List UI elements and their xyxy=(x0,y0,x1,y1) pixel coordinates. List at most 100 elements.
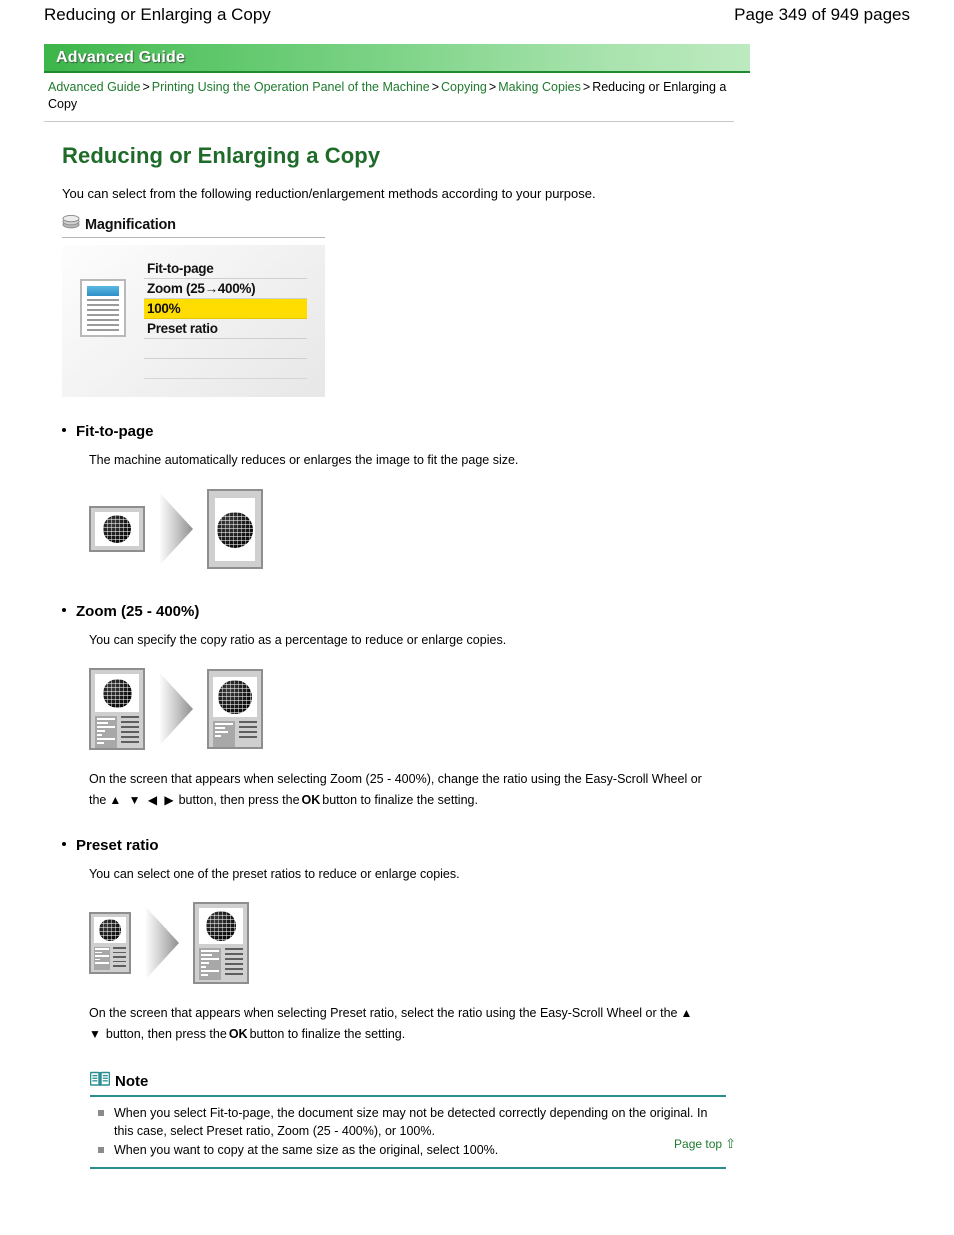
note-label: Note xyxy=(115,1073,149,1090)
follow-text-part1: On the screen that appears when selectin… xyxy=(89,1006,678,1020)
breadcrumb-item-copying[interactable]: Copying xyxy=(441,80,487,94)
bullet-dot-icon xyxy=(62,608,66,612)
note-divider-bottom xyxy=(90,1167,726,1169)
breadcrumb-separator: > xyxy=(488,80,497,94)
note-list-item: When you select Fit-to-page, the documen… xyxy=(90,1104,726,1140)
text-column-left xyxy=(213,721,235,747)
text-line xyxy=(112,951,126,953)
text-line xyxy=(239,731,257,733)
page-header: Reducing or Enlarging a Copy Page 349 of… xyxy=(0,0,954,34)
section-body-fit-to-page: The machine automatically reduces or enl… xyxy=(89,453,519,467)
photo-area xyxy=(213,677,257,717)
transform-arrow-icon xyxy=(159,672,193,746)
globe-image xyxy=(102,678,132,708)
section-preset-ratio: Preset ratio You can select one of the p… xyxy=(62,837,736,1045)
before-after-illustration-fit-to-page xyxy=(89,481,736,577)
breadcrumb: Advanced Guide > Printing Using the Operat… xyxy=(44,73,734,117)
bullet-dot-icon xyxy=(62,842,66,846)
page-top-footer: Page top ⇧ xyxy=(0,1136,736,1152)
menu-empty-row xyxy=(144,339,307,359)
breadcrumb-separator: > xyxy=(431,80,440,94)
text-line xyxy=(201,962,210,964)
document-preview-line xyxy=(87,324,119,326)
text-columns xyxy=(95,716,139,748)
photo-area xyxy=(94,917,126,943)
text-line xyxy=(215,723,233,725)
after-thumbnail-slot xyxy=(193,895,249,991)
text-line xyxy=(121,741,139,743)
text-line xyxy=(225,958,243,960)
breadcrumb-item-advanced-guide[interactable]: Advanced Guide xyxy=(48,80,140,94)
section-heading-label: Preset ratio xyxy=(76,837,159,854)
document-thumbnail-before xyxy=(89,668,145,750)
breadcrumb-separator: > xyxy=(142,80,150,94)
document-preview-header-bar xyxy=(87,286,119,296)
before-thumbnail-slot xyxy=(89,895,131,991)
magnification-menu: Fit-to-page Zoom (25→400%) 100% Preset r… xyxy=(144,259,307,379)
text-line xyxy=(97,726,115,728)
photo-area xyxy=(215,498,255,561)
photo-area xyxy=(95,512,139,546)
document-preview-line xyxy=(87,304,119,306)
text-line xyxy=(239,726,257,728)
menu-item-preset-ratio[interactable]: Preset ratio xyxy=(144,319,307,339)
text-line xyxy=(215,735,222,737)
text-line xyxy=(95,951,103,953)
menu-empty-row xyxy=(144,359,307,379)
page-title: Reducing or Enlarging a Copy xyxy=(62,143,381,168)
follow-text-part3: button to finalize the setting. xyxy=(322,793,478,807)
breadcrumb-item-printing-using-the-operation-panel[interactable]: Printing Using the Operation Panel of th… xyxy=(152,80,430,94)
lcd-screen: Fit-to-page Zoom (25→400%) 100% Preset r… xyxy=(62,245,325,397)
before-thumbnail-slot xyxy=(89,661,145,757)
document-thumbnail-after xyxy=(207,489,263,569)
text-columns xyxy=(213,721,257,747)
globe-image xyxy=(99,919,121,941)
note-header: Note xyxy=(89,1071,726,1095)
arrow-up-icon[interactable]: ⇧ xyxy=(722,1136,736,1151)
advanced-guide-banner-label: Advanced Guide xyxy=(56,48,186,66)
text-column-left xyxy=(199,948,221,980)
text-column-right xyxy=(225,948,243,980)
text-line xyxy=(97,734,103,736)
section-heading-fit-to-page: Fit-to-page xyxy=(62,423,736,440)
text-line xyxy=(112,960,126,962)
after-thumbnail-slot xyxy=(207,481,263,577)
text-line xyxy=(121,736,139,738)
text-column-right xyxy=(121,716,139,748)
document-preview-line xyxy=(87,299,119,301)
content-area: Advanced Guide Advanced Guide > Printing U… xyxy=(44,44,750,1169)
text-columns xyxy=(94,947,126,970)
section-body-preset-ratio: You can select one of the preset ratios … xyxy=(89,867,460,881)
menu-item-zoom[interactable]: Zoom (25→400%) xyxy=(144,279,307,299)
direction-buttons-icon: ▲ ▼ ◀ ▶ xyxy=(109,793,176,807)
magnification-label: Magnification xyxy=(85,216,176,233)
before-after-illustration-preset-ratio xyxy=(89,895,736,991)
text-line xyxy=(215,727,225,729)
follow-text-part3: button to finalize the setting. xyxy=(249,1027,406,1041)
text-column-right xyxy=(239,721,257,747)
page-top-link[interactable]: Page top xyxy=(674,1137,722,1151)
text-line xyxy=(95,958,101,960)
section-heading-label: Fit-to-page xyxy=(76,423,154,440)
transform-arrow-icon xyxy=(145,906,179,980)
book-icon xyxy=(89,1071,111,1092)
magnification-screen-header: Magnification xyxy=(62,214,325,238)
text-line xyxy=(112,965,126,967)
menu-item-100-percent[interactable]: 100% xyxy=(144,299,307,319)
text-line xyxy=(225,973,243,975)
breadcrumb-separator: > xyxy=(582,80,591,94)
text-column-left xyxy=(95,716,117,748)
text-line xyxy=(121,731,139,733)
document-preview-line xyxy=(87,309,119,311)
breadcrumb-divider xyxy=(44,121,734,122)
text-line xyxy=(97,722,108,724)
note-block: Note When you select Fit-to-page, the do… xyxy=(89,1071,726,1169)
advanced-guide-banner: Advanced Guide xyxy=(44,44,750,73)
menu-item-fit-to-page[interactable]: Fit-to-page xyxy=(144,259,307,279)
document-preview-line xyxy=(87,329,119,331)
section-follow-zoom: On the screen that appears when selectin… xyxy=(89,769,729,811)
text-column-left xyxy=(94,947,110,970)
breadcrumb-item-making-copies[interactable]: Making Copies xyxy=(498,80,581,94)
text-line xyxy=(95,955,109,957)
magnification-screen-figure: Magnification Fit-to-page Zoom (25→400%)… xyxy=(62,214,327,397)
